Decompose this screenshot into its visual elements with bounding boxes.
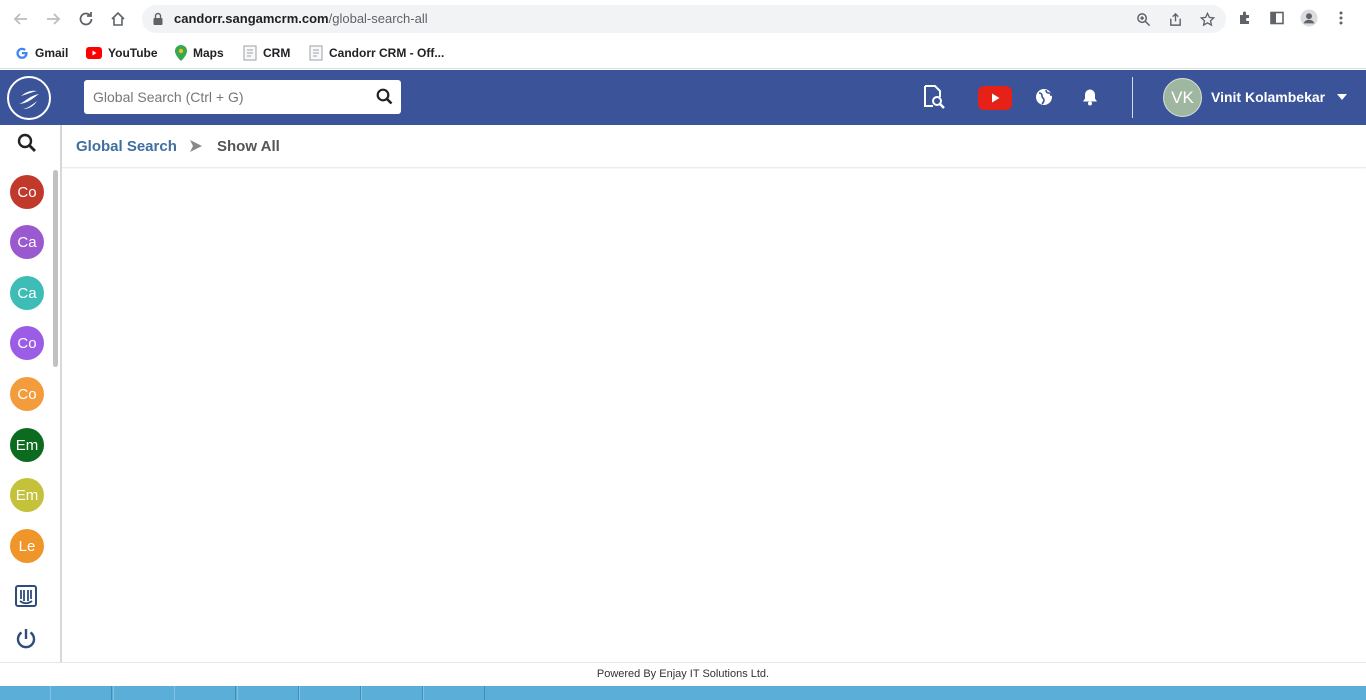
taskbar-item[interactable] bbox=[361, 686, 423, 700]
google-icon bbox=[16, 47, 28, 59]
document-search-button[interactable] bbox=[922, 84, 946, 110]
logo-icon bbox=[19, 90, 39, 109]
header-divider bbox=[1132, 77, 1133, 118]
globe-icon bbox=[1036, 89, 1052, 105]
os-taskbar bbox=[0, 686, 1366, 700]
sidebar-module-co[interactable]: Co bbox=[10, 175, 44, 209]
profile-icon[interactable] bbox=[1300, 9, 1318, 27]
arrow-left-icon bbox=[13, 13, 27, 25]
bell-icon bbox=[1083, 89, 1097, 106]
taskbar-item[interactable] bbox=[50, 686, 112, 700]
share-icon[interactable] bbox=[1166, 10, 1184, 28]
bookmark-candorr-crm[interactable]: Candorr CRM - Off... bbox=[309, 44, 444, 62]
bookmark-youtube[interactable]: YouTube bbox=[86, 44, 158, 62]
play-icon bbox=[992, 93, 1000, 103]
bookmarks-bar: Gmail YouTube Maps CRM Candorr CRM - Off… bbox=[0, 38, 1366, 69]
power-icon[interactable] bbox=[14, 627, 38, 651]
notifications-button[interactable] bbox=[1082, 84, 1098, 110]
taskbar-item[interactable] bbox=[113, 686, 175, 700]
sidebar-scrollbar[interactable] bbox=[53, 170, 58, 367]
address-bar[interactable]: candorr.sangamcrm.com/global-search-all bbox=[142, 5, 1226, 33]
sidebar-module-le[interactable]: Le bbox=[10, 529, 44, 563]
sidebar-module-ca[interactable]: Ca bbox=[10, 225, 44, 259]
globe-button[interactable] bbox=[1035, 84, 1053, 110]
taskbar-item[interactable] bbox=[423, 686, 485, 700]
search-results-area bbox=[62, 169, 1366, 662]
extensions-icon[interactable] bbox=[1236, 9, 1254, 27]
youtube-icon bbox=[86, 47, 102, 59]
menu-dots-icon[interactable] bbox=[1332, 9, 1350, 27]
app-header: VK Vinit Kolambekar bbox=[0, 70, 1366, 125]
module-sidebar: Co Ca Ca Co Co Em Em Le bbox=[0, 125, 62, 662]
home-icon bbox=[111, 11, 125, 26]
breadcrumb: Global Search Show All bbox=[62, 125, 1366, 168]
zoom-icon[interactable] bbox=[1134, 10, 1152, 28]
sidebar-module-co[interactable]: Co bbox=[10, 326, 44, 360]
page-icon bbox=[243, 45, 257, 61]
user-avatar[interactable]: VK bbox=[1163, 78, 1202, 117]
reload-button[interactable] bbox=[75, 8, 97, 30]
taskbar-item[interactable] bbox=[299, 686, 361, 700]
taskbar-item[interactable] bbox=[237, 686, 299, 700]
bookmark-maps[interactable]: Maps bbox=[175, 44, 224, 62]
sidebar-module-co[interactable]: Co bbox=[10, 377, 44, 411]
search-icon[interactable] bbox=[376, 88, 393, 105]
footer-text: Powered By Enjay IT Solutions Ltd. bbox=[596, 668, 770, 680]
breadcrumb-current: Show All bbox=[217, 138, 280, 155]
side-panel-icon[interactable] bbox=[1268, 9, 1286, 27]
map-pin-icon bbox=[175, 45, 187, 61]
caret-down-icon[interactable] bbox=[1337, 94, 1347, 101]
url-text: candorr.sangamcrm.com/global-search-all bbox=[174, 11, 428, 26]
app-logo[interactable] bbox=[7, 76, 51, 120]
sidebar-module-ca[interactable]: Ca bbox=[10, 276, 44, 310]
home-button[interactable] bbox=[107, 8, 129, 30]
sidebar-module-em[interactable]: Em bbox=[10, 478, 44, 512]
arrow-right-icon bbox=[47, 13, 61, 25]
user-name[interactable]: Vinit Kolambekar bbox=[1211, 89, 1325, 105]
star-icon[interactable] bbox=[1198, 10, 1216, 28]
browser-toolbar: candorr.sangamcrm.com/global-search-all bbox=[0, 0, 1366, 38]
reload-icon bbox=[79, 12, 93, 26]
sidebar-module-em[interactable]: Em bbox=[10, 428, 44, 462]
document-search-icon bbox=[924, 85, 945, 109]
search-icon[interactable] bbox=[17, 133, 37, 153]
global-search-box bbox=[84, 80, 401, 114]
page-icon bbox=[309, 45, 323, 61]
lock-icon bbox=[153, 12, 163, 25]
bookmark-gmail[interactable]: Gmail bbox=[15, 44, 68, 62]
taskbar-item[interactable] bbox=[174, 686, 236, 700]
youtube-button[interactable] bbox=[978, 86, 1012, 110]
global-search-input[interactable] bbox=[84, 80, 364, 114]
breadcrumb-global-search[interactable]: Global Search bbox=[76, 138, 177, 155]
page-footer: Powered By Enjay IT Solutions Ltd. bbox=[0, 662, 1366, 686]
chevron-right-icon bbox=[190, 140, 202, 152]
intercom-icon[interactable] bbox=[14, 585, 38, 607]
bookmark-crm[interactable]: CRM bbox=[243, 44, 290, 62]
back-button[interactable] bbox=[10, 8, 32, 30]
forward-button[interactable] bbox=[42, 8, 64, 30]
